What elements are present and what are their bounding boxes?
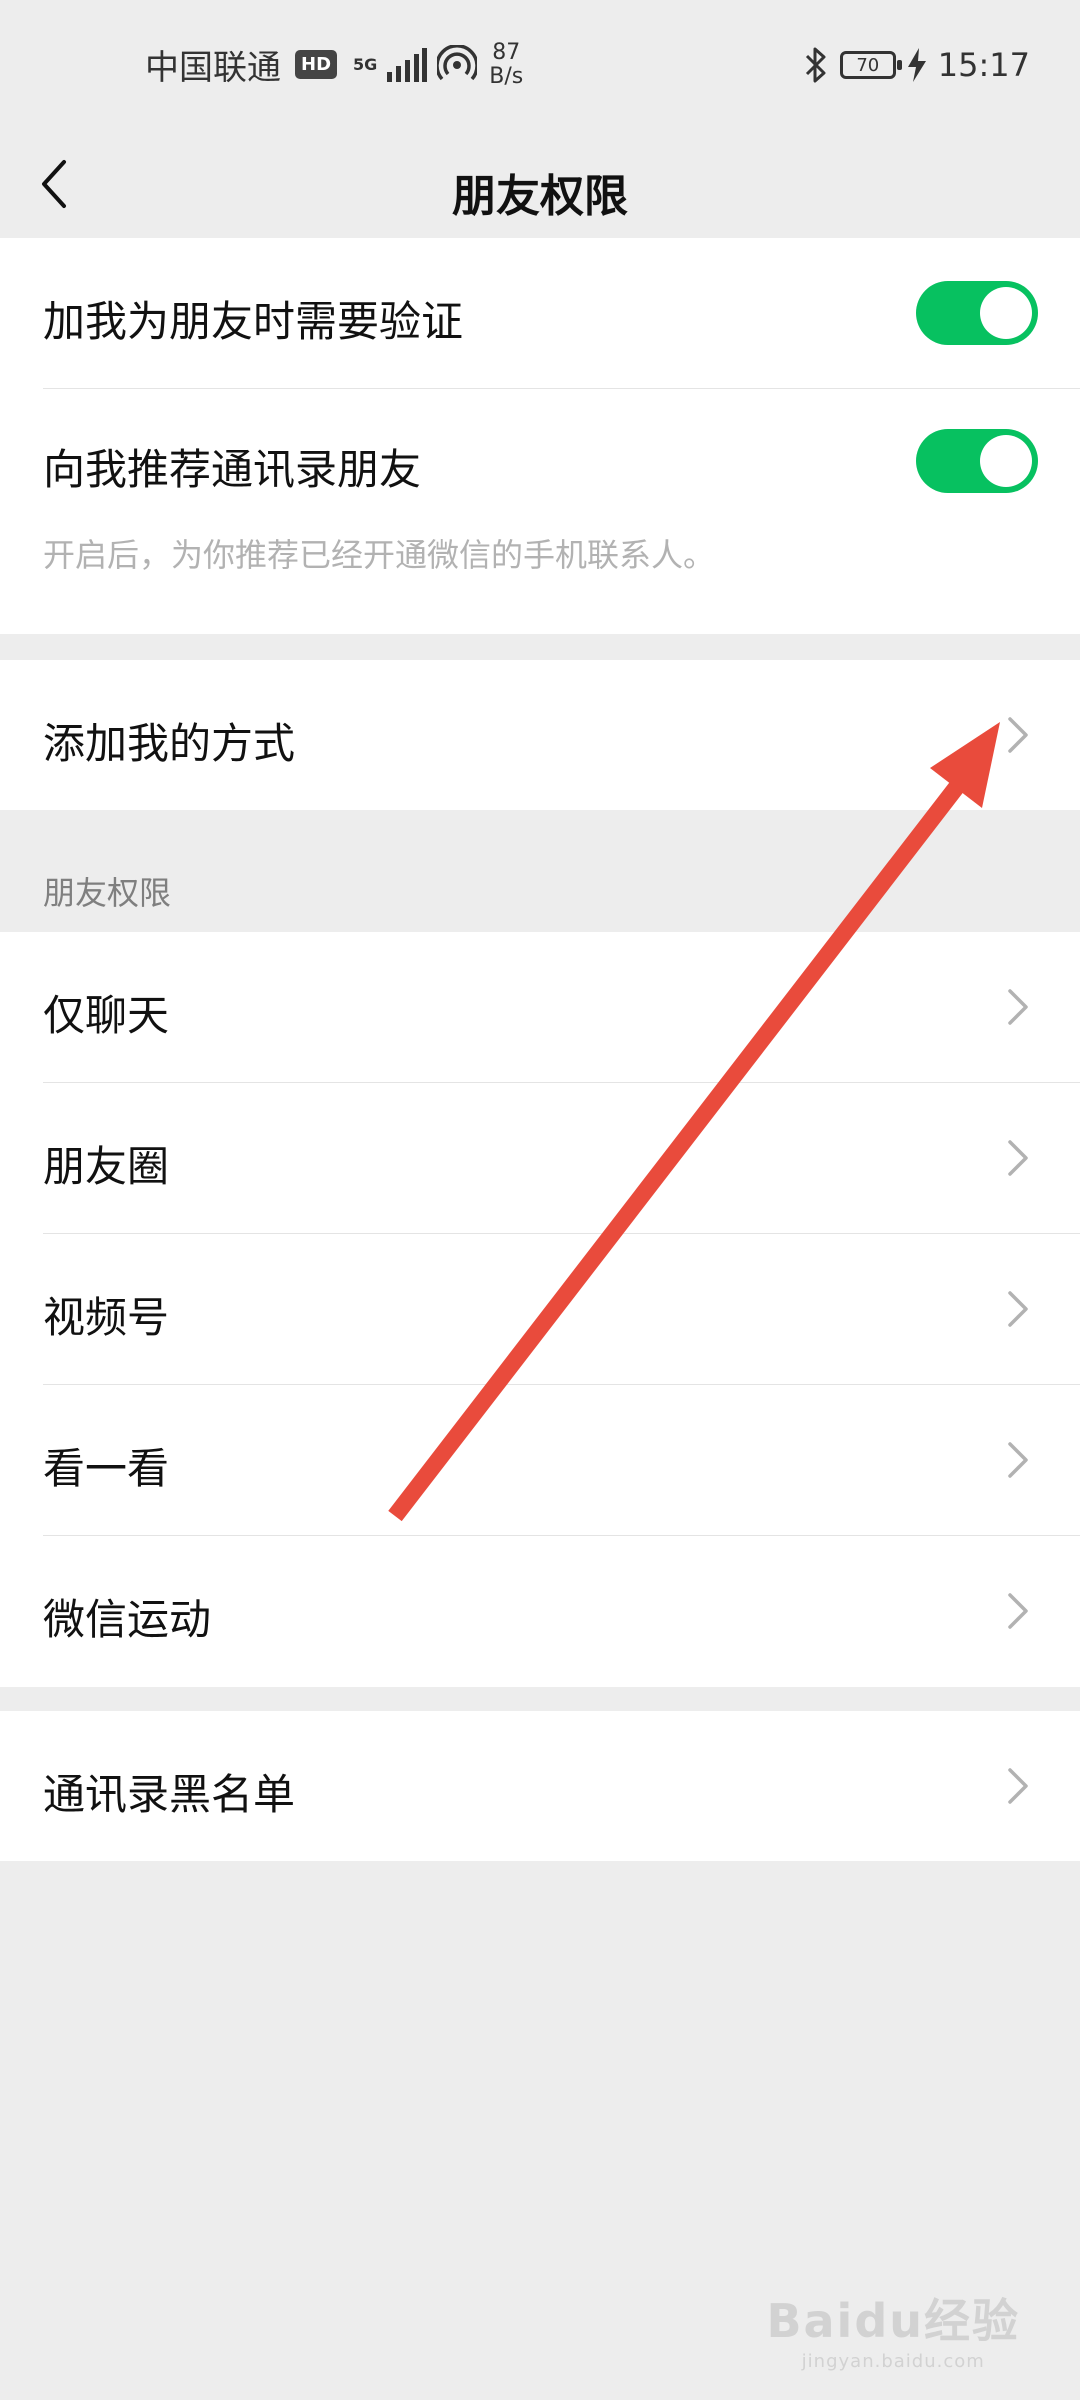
chevron-right-icon [1008, 1140, 1028, 1176]
battery-icon: 70 [839, 51, 902, 79]
add-method-label: 添加我的方式 [43, 719, 296, 768]
recommend-contacts-label: 向我推荐通讯录朋友 [43, 445, 422, 494]
chevron-right-icon [1008, 1442, 1028, 1478]
watermark-url: jingyan.baidu.com [801, 2351, 985, 2372]
permissions-group: 仅聊天 朋友圈 视频号 看一看 微信运动 [0, 932, 1080, 1687]
chevron-right-icon [1008, 989, 1028, 1025]
baidu-watermark: Baidu经验 jingyan.baidu.com [766, 2285, 1020, 2372]
verification-group: 加我为朋友时需要验证 向我推荐通讯录朋友 开启后，为你推荐已经开通微信的手机联系… [0, 238, 1080, 634]
signal-icon [387, 47, 428, 82]
blacklist-group: 通讯录黑名单 [0, 1711, 1080, 1861]
toggle-knob [980, 435, 1032, 487]
watermark-logo: Baidu经验 [766, 2294, 1020, 2348]
top-stories-label: 看一看 [43, 1444, 170, 1493]
require-verification-label: 加我为朋友时需要验证 [43, 297, 464, 346]
blacklist-label: 通讯录黑名单 [43, 1770, 296, 1819]
top-stories-row[interactable]: 看一看 [0, 1385, 1080, 1535]
clock: 15:17 [937, 46, 1030, 84]
carrier-name: 中国联通 [145, 48, 281, 88]
status-bar: 中国联通 HD 5G 87 B/s 70 15:17 [0, 0, 1080, 132]
chat-only-row[interactable]: 仅聊天 [0, 932, 1080, 1082]
chevron-right-icon [1008, 1768, 1028, 1804]
chevron-right-icon [1008, 717, 1028, 753]
charging-icon [907, 48, 926, 82]
add-method-row[interactable]: 添加我的方式 [0, 660, 1080, 810]
nav-bar: 朋友权限 [0, 132, 1080, 238]
network-speed: 87 B/s [489, 39, 524, 89]
chevron-right-icon [1008, 1291, 1028, 1327]
recommend-contacts-row[interactable]: 向我推荐通讯录朋友 开启后，为你推荐已经开通微信的手机联系人。 [0, 389, 1080, 634]
moments-row[interactable]: 朋友圈 [0, 1083, 1080, 1233]
status-left: 中国联通 HD 5G 87 B/s [145, 40, 523, 89]
page-title: 朋友权限 [452, 171, 628, 222]
add-method-group: 添加我的方式 [0, 660, 1080, 810]
hotspot-icon [437, 44, 478, 80]
speed-value: 87 [492, 39, 521, 65]
werun-label: 微信运动 [43, 1595, 212, 1644]
werun-row[interactable]: 微信运动 [0, 1536, 1080, 1687]
status-right: 70 15:17 [804, 46, 1030, 84]
moments-label: 朋友圈 [43, 1142, 170, 1191]
hd-badge: HD [295, 50, 338, 79]
chevron-right-icon [1008, 1593, 1028, 1629]
bluetooth-icon [805, 47, 826, 83]
require-verification-row[interactable]: 加我为朋友时需要验证 [0, 238, 1080, 388]
battery-level: 70 [856, 54, 880, 76]
network-type: 5G [353, 54, 378, 74]
require-verification-toggle[interactable] [916, 281, 1038, 345]
blacklist-row[interactable]: 通讯录黑名单 [0, 1711, 1080, 1861]
recommend-contacts-hint: 开启后，为你推荐已经开通微信的手机联系人。 [43, 536, 716, 574]
toggle-knob [980, 287, 1032, 339]
speed-unit: B/s [489, 63, 524, 89]
channels-row[interactable]: 视频号 [0, 1234, 1080, 1384]
permissions-section-header: 朋友权限 [43, 874, 172, 912]
recommend-contacts-toggle[interactable] [916, 429, 1038, 493]
chat-only-label: 仅聊天 [43, 991, 170, 1040]
channels-label: 视频号 [43, 1293, 170, 1342]
